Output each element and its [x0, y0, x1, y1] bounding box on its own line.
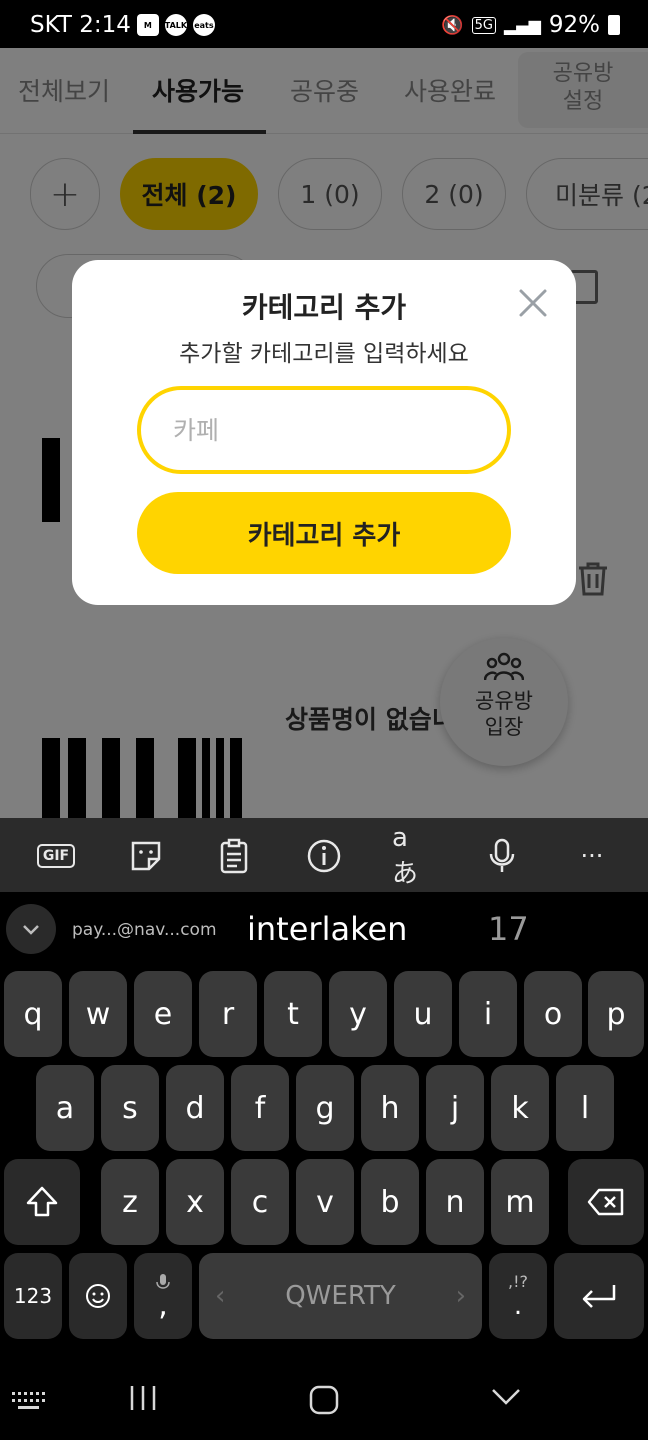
dialog-title: 카테고리 추가	[241, 291, 407, 324]
key-b[interactable]: b	[361, 1159, 419, 1245]
carrier-time: SKT 2:14	[30, 12, 131, 38]
info-icon[interactable]	[304, 836, 344, 876]
key-u[interactable]: u	[394, 971, 452, 1057]
add-category-dialog: 카테고리 추가 추가할 카테고리를 입력하세요 카테고리 추가	[72, 260, 576, 605]
enter-key[interactable]	[554, 1253, 644, 1339]
key-n[interactable]: n	[426, 1159, 484, 1245]
shift-icon	[26, 1186, 58, 1217]
key-y[interactable]: y	[329, 971, 387, 1057]
keyboard-hide-icon[interactable]	[10, 1390, 48, 1412]
navigation-bar	[0, 1352, 648, 1440]
suggestion-email[interactable]: pay...@nav...com	[72, 920, 217, 940]
network-badge: 5G	[471, 16, 496, 34]
more-options-icon[interactable]: ···	[572, 836, 612, 876]
battery-icon	[608, 15, 620, 35]
back-icon[interactable]	[490, 1386, 522, 1408]
key-q[interactable]: q	[4, 971, 62, 1057]
key-d[interactable]: d	[166, 1065, 224, 1151]
key-z[interactable]: z	[101, 1159, 159, 1245]
key-j[interactable]: j	[426, 1065, 484, 1151]
signal-icon: ▂▄▆	[503, 15, 541, 35]
status-bar: SKT 2:14 M TALK eats 🔇 5G ▂▄▆ 92%	[0, 0, 648, 48]
close-icon[interactable]	[518, 288, 548, 318]
clipboard-icon[interactable]	[214, 836, 254, 876]
chevron-left-icon: ‹	[215, 1281, 226, 1311]
space-bar[interactable]: ‹ QWERTY ›	[199, 1253, 482, 1339]
shift-key[interactable]	[4, 1159, 80, 1245]
eats-notification-icon: eats	[192, 14, 215, 36]
key-o[interactable]: o	[524, 971, 582, 1057]
key-x[interactable]: x	[166, 1159, 224, 1245]
mic-icon[interactable]	[482, 836, 522, 876]
key-g[interactable]: g	[296, 1065, 354, 1151]
mute-icon: 🔇	[441, 14, 464, 36]
suggestion-word[interactable]: interlaken	[247, 910, 407, 948]
recent-apps-icon[interactable]	[128, 1384, 158, 1412]
suggestion-bar: pay...@nav...com interlaken 17	[0, 892, 648, 966]
space-label: QWERTY	[285, 1281, 396, 1311]
battery-percent: 92%	[548, 12, 600, 38]
translate-icon[interactable]: aあ	[392, 823, 432, 889]
key-p[interactable]: p	[588, 971, 644, 1057]
lock-notification-icon: M	[136, 14, 159, 36]
backspace-key[interactable]	[568, 1159, 644, 1245]
dialog-subtitle: 추가할 카테고리를 입력하세요	[179, 341, 469, 367]
key-l[interactable]: l	[556, 1065, 614, 1151]
chevron-right-icon: ›	[455, 1281, 466, 1311]
home-icon[interactable]	[308, 1384, 340, 1416]
suggestion-number[interactable]: 17	[488, 910, 529, 948]
sticker-icon[interactable]	[126, 836, 166, 876]
gif-icon[interactable]: GIF	[36, 836, 76, 876]
key-a[interactable]: a	[36, 1065, 94, 1151]
key-m[interactable]: m	[491, 1159, 549, 1245]
emoji-key[interactable]	[69, 1253, 127, 1339]
chevron-down-icon[interactable]	[6, 904, 56, 954]
comma-key[interactable]: ,	[134, 1253, 192, 1339]
key-e[interactable]: e	[134, 971, 192, 1057]
key-w[interactable]: w	[69, 971, 127, 1057]
key-v[interactable]: v	[296, 1159, 354, 1245]
key-i[interactable]: i	[459, 971, 517, 1057]
numbers-key[interactable]: 123	[4, 1253, 62, 1339]
key-c[interactable]: c	[231, 1159, 289, 1245]
key-r[interactable]: r	[199, 971, 257, 1057]
key-f[interactable]: f	[231, 1065, 289, 1151]
key-k[interactable]: k	[491, 1065, 549, 1151]
enter-icon	[582, 1285, 616, 1308]
add-category-button[interactable]: 카테고리 추가	[137, 492, 511, 574]
key-h[interactable]: h	[361, 1065, 419, 1151]
backspace-icon	[587, 1188, 624, 1216]
category-name-input[interactable]	[137, 386, 511, 474]
talk-notification-icon: TALK	[165, 14, 187, 36]
key-t[interactable]: t	[264, 971, 322, 1057]
emoji-icon	[86, 1284, 110, 1308]
punctuation-key[interactable]: ,!? .	[489, 1253, 547, 1339]
keyboard-toolbar: GIF aあ ···	[0, 818, 648, 892]
key-s[interactable]: s	[101, 1065, 159, 1151]
